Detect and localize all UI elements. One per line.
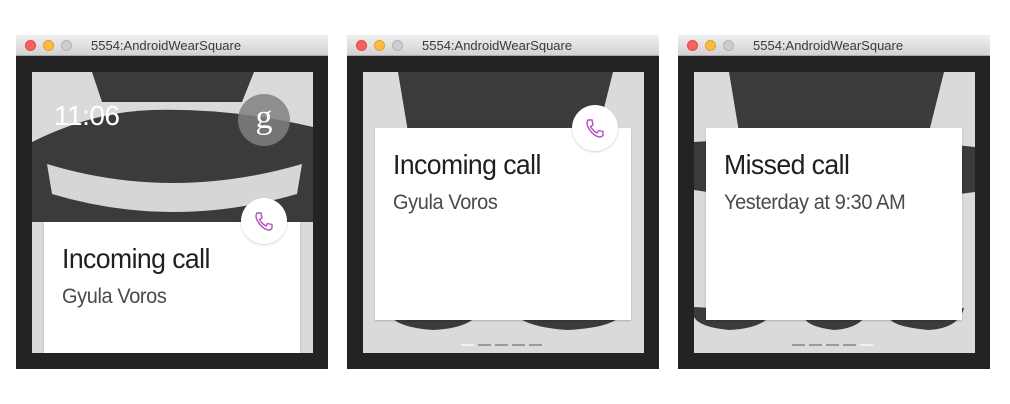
card-title: Incoming call <box>393 149 541 180</box>
page-dot <box>826 344 839 346</box>
emulator-window-2: 5554:AndroidWearSquare Incoming call Gyu… <box>347 35 659 369</box>
watch-screen[interactable]: 11:06 g Incoming call Gyula Voros <box>32 72 313 353</box>
window-titlebar[interactable]: 5554:AndroidWearSquare <box>678 35 990 56</box>
emulator-window-3: 5554:AndroidWearSquare Missed call Yeste… <box>678 35 990 369</box>
close-button[interactable] <box>25 40 36 51</box>
page-dot <box>478 344 491 346</box>
zoom-button[interactable] <box>723 40 734 51</box>
card-subtitle: Yesterday at 9:30 AM <box>724 191 906 214</box>
close-button[interactable] <box>356 40 367 51</box>
page-dot <box>529 344 542 346</box>
close-button[interactable] <box>687 40 698 51</box>
card-title: Incoming call <box>62 243 210 274</box>
page-dot <box>495 344 508 346</box>
window-titlebar[interactable]: 5554:AndroidWearSquare <box>347 35 659 56</box>
page-dot <box>512 344 525 346</box>
phone-icon[interactable] <box>572 105 618 151</box>
window-title: 5554:AndroidWearSquare <box>91 38 242 53</box>
emulator-window-1: 5554:AndroidWearSquare 11:06 g Incoming … <box>16 35 328 369</box>
card-title: Missed call <box>724 149 850 180</box>
zoom-button[interactable] <box>61 40 72 51</box>
phone-icon[interactable] <box>241 198 287 244</box>
card-subtitle: Gyula Voros <box>62 285 167 308</box>
window-title: 5554:AndroidWearSquare <box>753 38 904 53</box>
zoom-button[interactable] <box>392 40 403 51</box>
notification-card[interactable]: Incoming call Gyula Voros <box>375 128 631 320</box>
page-indicator <box>792 344 873 346</box>
window-title: 5554:AndroidWearSquare <box>422 38 573 53</box>
google-icon[interactable]: g <box>238 94 290 146</box>
minimize-button[interactable] <box>374 40 385 51</box>
card-subtitle: Gyula Voros <box>393 191 498 214</box>
minimize-button[interactable] <box>705 40 716 51</box>
watch-bezel: Incoming call Gyula Voros <box>347 56 659 369</box>
page-dot <box>860 344 873 346</box>
minimize-button[interactable] <box>43 40 54 51</box>
page-dot <box>809 344 822 346</box>
watch-time: 11:06 <box>54 100 120 131</box>
page-dot <box>461 344 474 346</box>
page-indicator <box>461 344 542 346</box>
watch-bezel: Missed call Yesterday at 9:30 AM <box>678 56 990 369</box>
page-dot <box>843 344 856 346</box>
watch-bezel: 11:06 g Incoming call Gyula Voros <box>16 56 328 369</box>
window-titlebar[interactable]: 5554:AndroidWearSquare <box>16 35 328 56</box>
page-dot <box>792 344 805 346</box>
watch-screen[interactable]: Missed call Yesterday at 9:30 AM <box>694 72 975 353</box>
notification-card[interactable]: Missed call Yesterday at 9:30 AM <box>706 128 962 320</box>
watch-screen[interactable]: Incoming call Gyula Voros <box>363 72 644 353</box>
